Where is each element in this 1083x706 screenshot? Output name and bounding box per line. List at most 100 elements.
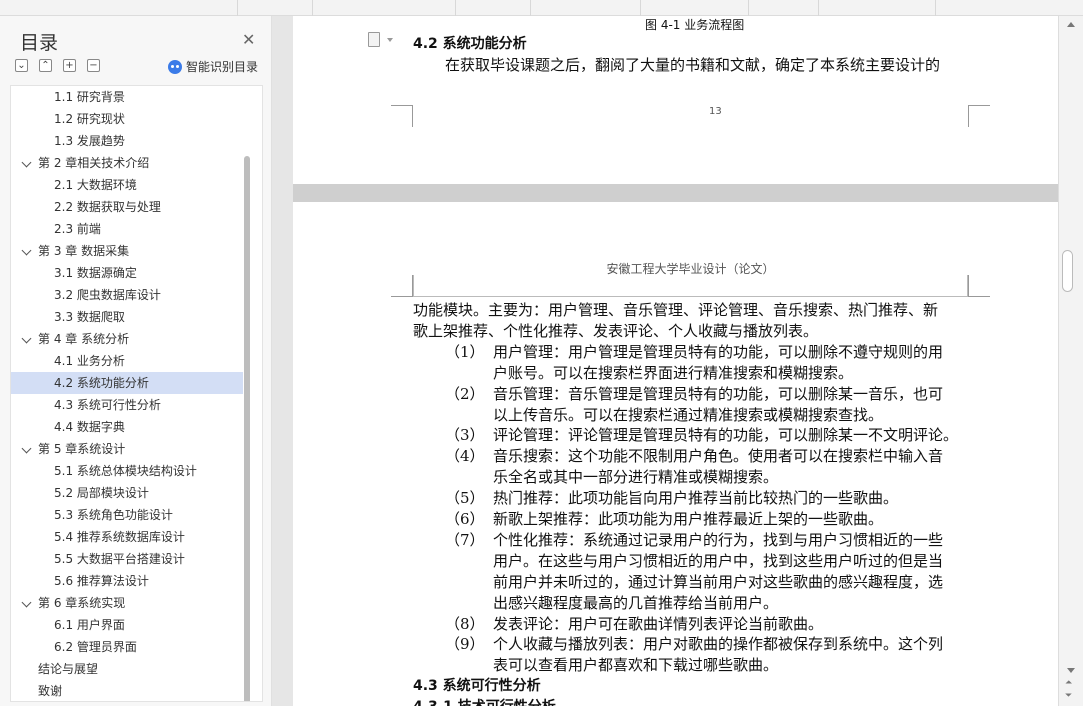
toc-item[interactable]: 第 2 章相关技术介绍 [11,152,243,174]
toc-item-label: 5.4 推荐系统数据库设计 [54,530,185,544]
chevron-down-icon[interactable] [21,157,32,168]
next-page-icon[interactable]: ⏷ [1065,692,1073,701]
toc-item-label: 4.3 系统可行性分析 [54,398,161,412]
list-item-line: 以上传音乐。可以在搜索栏通过精准搜索或模糊搜索查找。 [493,405,884,424]
list-item-line: 发表评论：用户可在歌曲详情列表评论当前歌曲。 [493,614,824,633]
list-item-line: 前用户并未听过的，通过计算当前用户对这些歌曲的感兴趣程度，选 [493,572,944,591]
document-icon[interactable] [368,32,380,47]
toc-item[interactable]: 6.2 管理员界面 [11,636,243,658]
toc-item-label: 6.2 管理员界面 [54,640,137,654]
document-scrollbar[interactable]: ⏶ ⏷ [1058,16,1083,706]
toc-item-label: 6.1 用户界面 [54,618,125,632]
section-heading-4-3-1: 4.3.1 技术可行性分析 [413,696,556,706]
scroll-down-icon[interactable] [1067,668,1075,673]
toc-item-label: 5.2 局部模块设计 [54,486,149,500]
toc-title: 目录 [20,32,59,54]
page-13: 图 4-1 业务流程图 4.2 系统功能分析 在获取毕设课题之后，翻阅了大量的书… [293,16,1058,184]
toc-scrollbar[interactable] [244,156,250,701]
list-item-line: 音乐搜索：这个功能不限制用户角色。使用者可以在搜索栏中输入音 [493,447,944,466]
toc-item[interactable]: 2.2 数据获取与处理 [11,196,243,218]
toc-item[interactable]: 第 4 章 系统分析 [11,328,243,350]
toc-item[interactable]: 1.1 研究背景 [11,86,243,108]
top-ruler [0,0,1083,16]
toc-item[interactable]: 5.5 大数据平台搭建设计 [11,548,243,570]
expand-all-icon[interactable]: ⌃ [39,59,52,72]
toc-item[interactable]: 4.2 系统功能分析 [11,372,243,394]
list-item-line: 音乐管理：音乐管理是管理员特有的功能，可以删除某一音乐，也可 [493,384,944,403]
chevron-down-icon[interactable] [21,245,32,256]
ruler-tick [530,0,531,16]
toc-item[interactable]: 致谢 [11,680,243,701]
section-heading-4-2: 4.2 系统功能分析 [413,36,527,52]
toc-item[interactable]: 5.4 推荐系统数据库设计 [11,526,243,548]
list-item-line: 表可以查看用户都喜欢和下载过哪些歌曲。 [493,656,779,675]
toc-item-label: 3.2 爬虫数据库设计 [54,288,161,302]
page-14: 安徽工程大学毕业设计（论文） 功能模块。主要为：用户管理、音乐管理、评论管理、音… [293,202,1058,706]
paragraph-line: 歌上架推荐、个性化推荐、发表评论、个人收藏与播放列表。 [413,321,819,340]
smart-toc-button[interactable]: 智能识别目录 [168,58,258,75]
toc-item-label: 1.2 研究现状 [54,112,125,126]
list-item-line: 户账号。可以在搜索栏界面进行精准搜索和模糊搜索。 [493,363,854,382]
chevron-down-icon[interactable] [387,38,393,42]
toc-item[interactable]: 第 6 章系统实现 [11,592,243,614]
paragraph-text: 在获取毕设课题之后，翻阅了大量的书籍和文献，确定了本系统主要设计的 [445,56,941,74]
page-header-line [413,275,968,297]
toc-item[interactable]: 第 3 章 数据采集 [11,240,243,262]
toc-item-label: 5.6 推荐算法设计 [54,574,149,588]
toc-item-label: 结论与展望 [38,662,99,676]
toc-item[interactable]: 4.4 数据字典 [11,416,243,438]
ruler-tick [312,0,313,16]
toc-item[interactable]: 2.3 前端 [11,218,243,240]
chevron-down-icon[interactable] [21,333,32,344]
toc-item-label: 5.1 系统总体模块结构设计 [54,464,197,478]
toc-panel: 目录 ✕ ⌄ ⌃ + − 智能识别目录 1.1 研究背景 1.2 研究现状 1.3 … [0,16,272,706]
scroll-up-icon[interactable] [1067,22,1075,27]
ruler-tick [640,0,641,16]
list-number: （4） [445,447,485,466]
toc-item[interactable]: 1.2 研究现状 [11,108,243,130]
toc-item[interactable]: 6.1 用户界面 [11,614,243,636]
remove-heading-icon[interactable]: − [87,59,100,72]
toc-item-label: 2.1 大数据环境 [54,178,137,192]
ruler-tick [237,0,238,16]
add-heading-icon[interactable]: + [63,59,76,72]
chevron-down-icon[interactable] [21,597,32,608]
toc-item-label: 4.2 系统功能分析 [54,376,149,390]
list-number: （6） [445,510,485,528]
toc-item[interactable]: 5.6 推荐算法设计 [11,570,243,592]
toc-item[interactable]: 3.2 爬虫数据库设计 [11,284,243,306]
chevron-down-icon[interactable] [21,443,32,454]
toc-item[interactable]: 4.3 系统可行性分析 [11,394,243,416]
toc-item-label: 3.1 数据源确定 [54,266,137,280]
toc-item[interactable]: 4.1 业务分析 [11,350,243,372]
ai-icon [168,59,182,74]
prev-page-icon[interactable]: ⏶ [1065,679,1073,688]
toc-item[interactable]: 5.1 系统总体模块结构设计 [11,460,243,482]
toc-item[interactable]: 2.1 大数据环境 [11,174,243,196]
list-item-line: 用户管理：用户管理是管理员特有的功能，可以删除不遵守规则的用 [493,342,944,361]
close-icon[interactable]: ✕ [242,30,255,49]
toc-item[interactable]: 5.2 局部模块设计 [11,482,243,504]
figure-caption: 图 4-1 业务流程图 [645,18,745,32]
toc-item[interactable]: 5.3 系统角色功能设计 [11,504,243,526]
scrollbar-thumb[interactable] [1062,250,1073,292]
toc-item[interactable]: 第 5 章系统设计 [11,438,243,460]
list-number: （5） [445,489,485,508]
list-number: （8） [445,614,485,633]
toc-item-label: 第 3 章 数据采集 [38,244,130,258]
toc-item-label: 3.3 数据爬取 [54,310,125,324]
ruler-tick [818,0,819,16]
list-number: （1） [445,342,485,361]
toc-item[interactable]: 1.3 发展趋势 [11,130,243,152]
toc-item[interactable]: 结论与展望 [11,658,243,680]
list-item-line: 热门推荐：此项功能旨向用户推荐当前比较热门的一些歌曲。 [493,489,899,508]
toc-item[interactable]: 3.1 数据源确定 [11,262,243,284]
toc-item-label: 第 4 章 系统分析 [38,332,130,346]
toc-item-label: 1.1 研究背景 [54,90,125,104]
toc-item[interactable]: 3.3 数据爬取 [11,306,243,328]
toc-item-label: 2.2 数据获取与处理 [54,200,161,214]
smart-toc-label: 智能识别目录 [186,60,259,74]
toc-list-box: 1.1 研究背景 1.2 研究现状 1.3 发展趋势第 2 章相关技术介绍 2.1 大… [10,85,263,702]
document-area: 图 4-1 业务流程图 4.2 系统功能分析 在获取毕设课题之后，翻阅了大量的书… [272,16,1058,706]
collapse-all-icon[interactable]: ⌄ [15,59,28,72]
